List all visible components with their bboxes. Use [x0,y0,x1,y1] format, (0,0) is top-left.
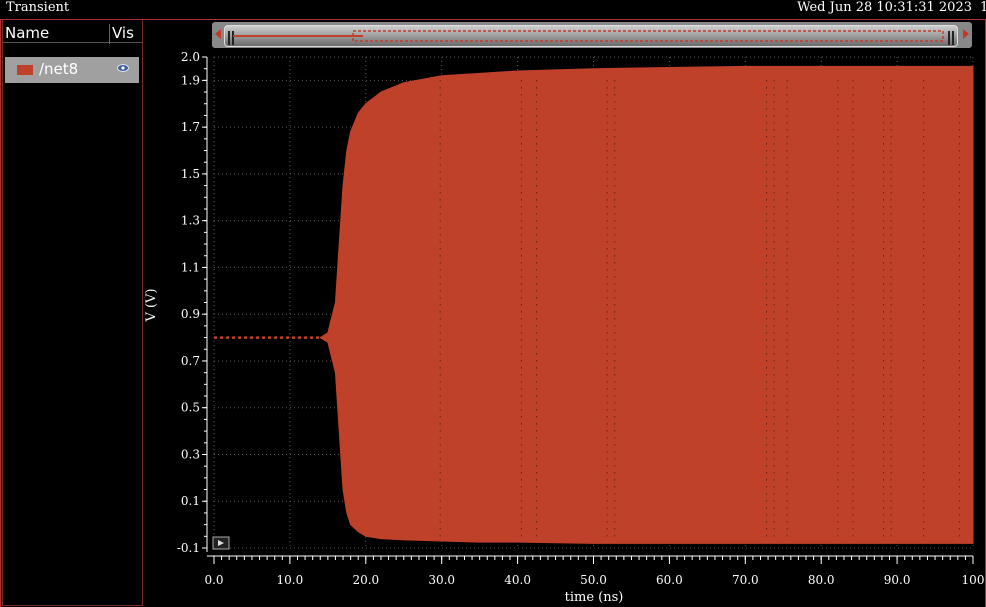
column-header-name[interactable]: Name [5,24,49,42]
x-tick-label: 70.0 [732,573,759,587]
x-tick-label: 10.0 [277,573,304,587]
y-tick-label: 1.1 [181,260,200,274]
y-axis-label: V (V) [144,288,159,322]
y-tick-label: 0.9 [181,307,200,321]
datetime-label: Wed Jun 28 10:31:31 2023 [797,0,972,15]
scrollbar-preview-trace [233,30,944,42]
x-axis-label: time (ns) [565,590,624,605]
x-tick-label: 40.0 [504,573,531,587]
y-tick-label: 1.5 [181,167,200,181]
scroll-right-arrow-icon[interactable] [963,29,969,39]
x-tick-label: 100 [962,573,985,587]
edge-char: 1 [980,0,986,15]
x-tick-label: 80.0 [808,573,835,587]
y-tick-label: 2.0 [181,50,200,64]
y-tick-label: 1.7 [181,120,200,134]
y-tick-label: 0.7 [181,354,200,368]
play-button[interactable] [212,536,230,550]
horizontal-zoom-scrollbar[interactable] [212,22,972,48]
trace-layer [214,65,974,544]
eye-icon[interactable] [117,63,129,73]
y-tick-label: 1.3 [181,214,200,228]
y-tick-label: -0.1 [177,541,200,555]
frame-top-line [0,19,986,20]
column-header-vis[interactable]: Vis [109,24,134,44]
window-title: Transient [6,0,70,15]
y-tick-label: 0.3 [181,447,200,461]
x-tick-label: 30.0 [428,573,455,587]
signal-label: /net8 [39,60,79,78]
x-tick-label: 0.0 [204,573,223,587]
series-net8-envelope [319,65,974,544]
scrollbar-thumb[interactable] [224,25,958,47]
y-tick-label: 1.9 [181,73,200,87]
y-tick-label: 0.5 [181,401,200,415]
grid [213,56,974,549]
x-tick-label: 20.0 [352,573,379,587]
signal-color-swatch [17,65,33,75]
axes: -0.1 0.1 0.3 0.5 0.7 0.9 1.1 1.3 1.5 1.7 1.9 2.0 0.0… [177,50,985,587]
x-tick-label: 60.0 [656,573,683,587]
signal-row-net8[interactable]: /net8 [5,57,139,83]
x-tick-label: 50.0 [580,573,607,587]
scroll-left-arrow-icon[interactable] [215,29,221,39]
signal-sidebar: Name Vis /net8 [2,20,143,606]
frame-left-line [0,19,1,607]
y-tick-label: 0.1 [181,494,200,508]
x-tick-label: 90.0 [884,573,911,587]
sidebar-header: Name Vis [3,22,142,44]
waveform-chart[interactable]: -0.1 0.1 0.3 0.5 0.7 0.9 1.1 1.3 1.5 1.7 1.9 2.0 0.0… [0,0,986,607]
